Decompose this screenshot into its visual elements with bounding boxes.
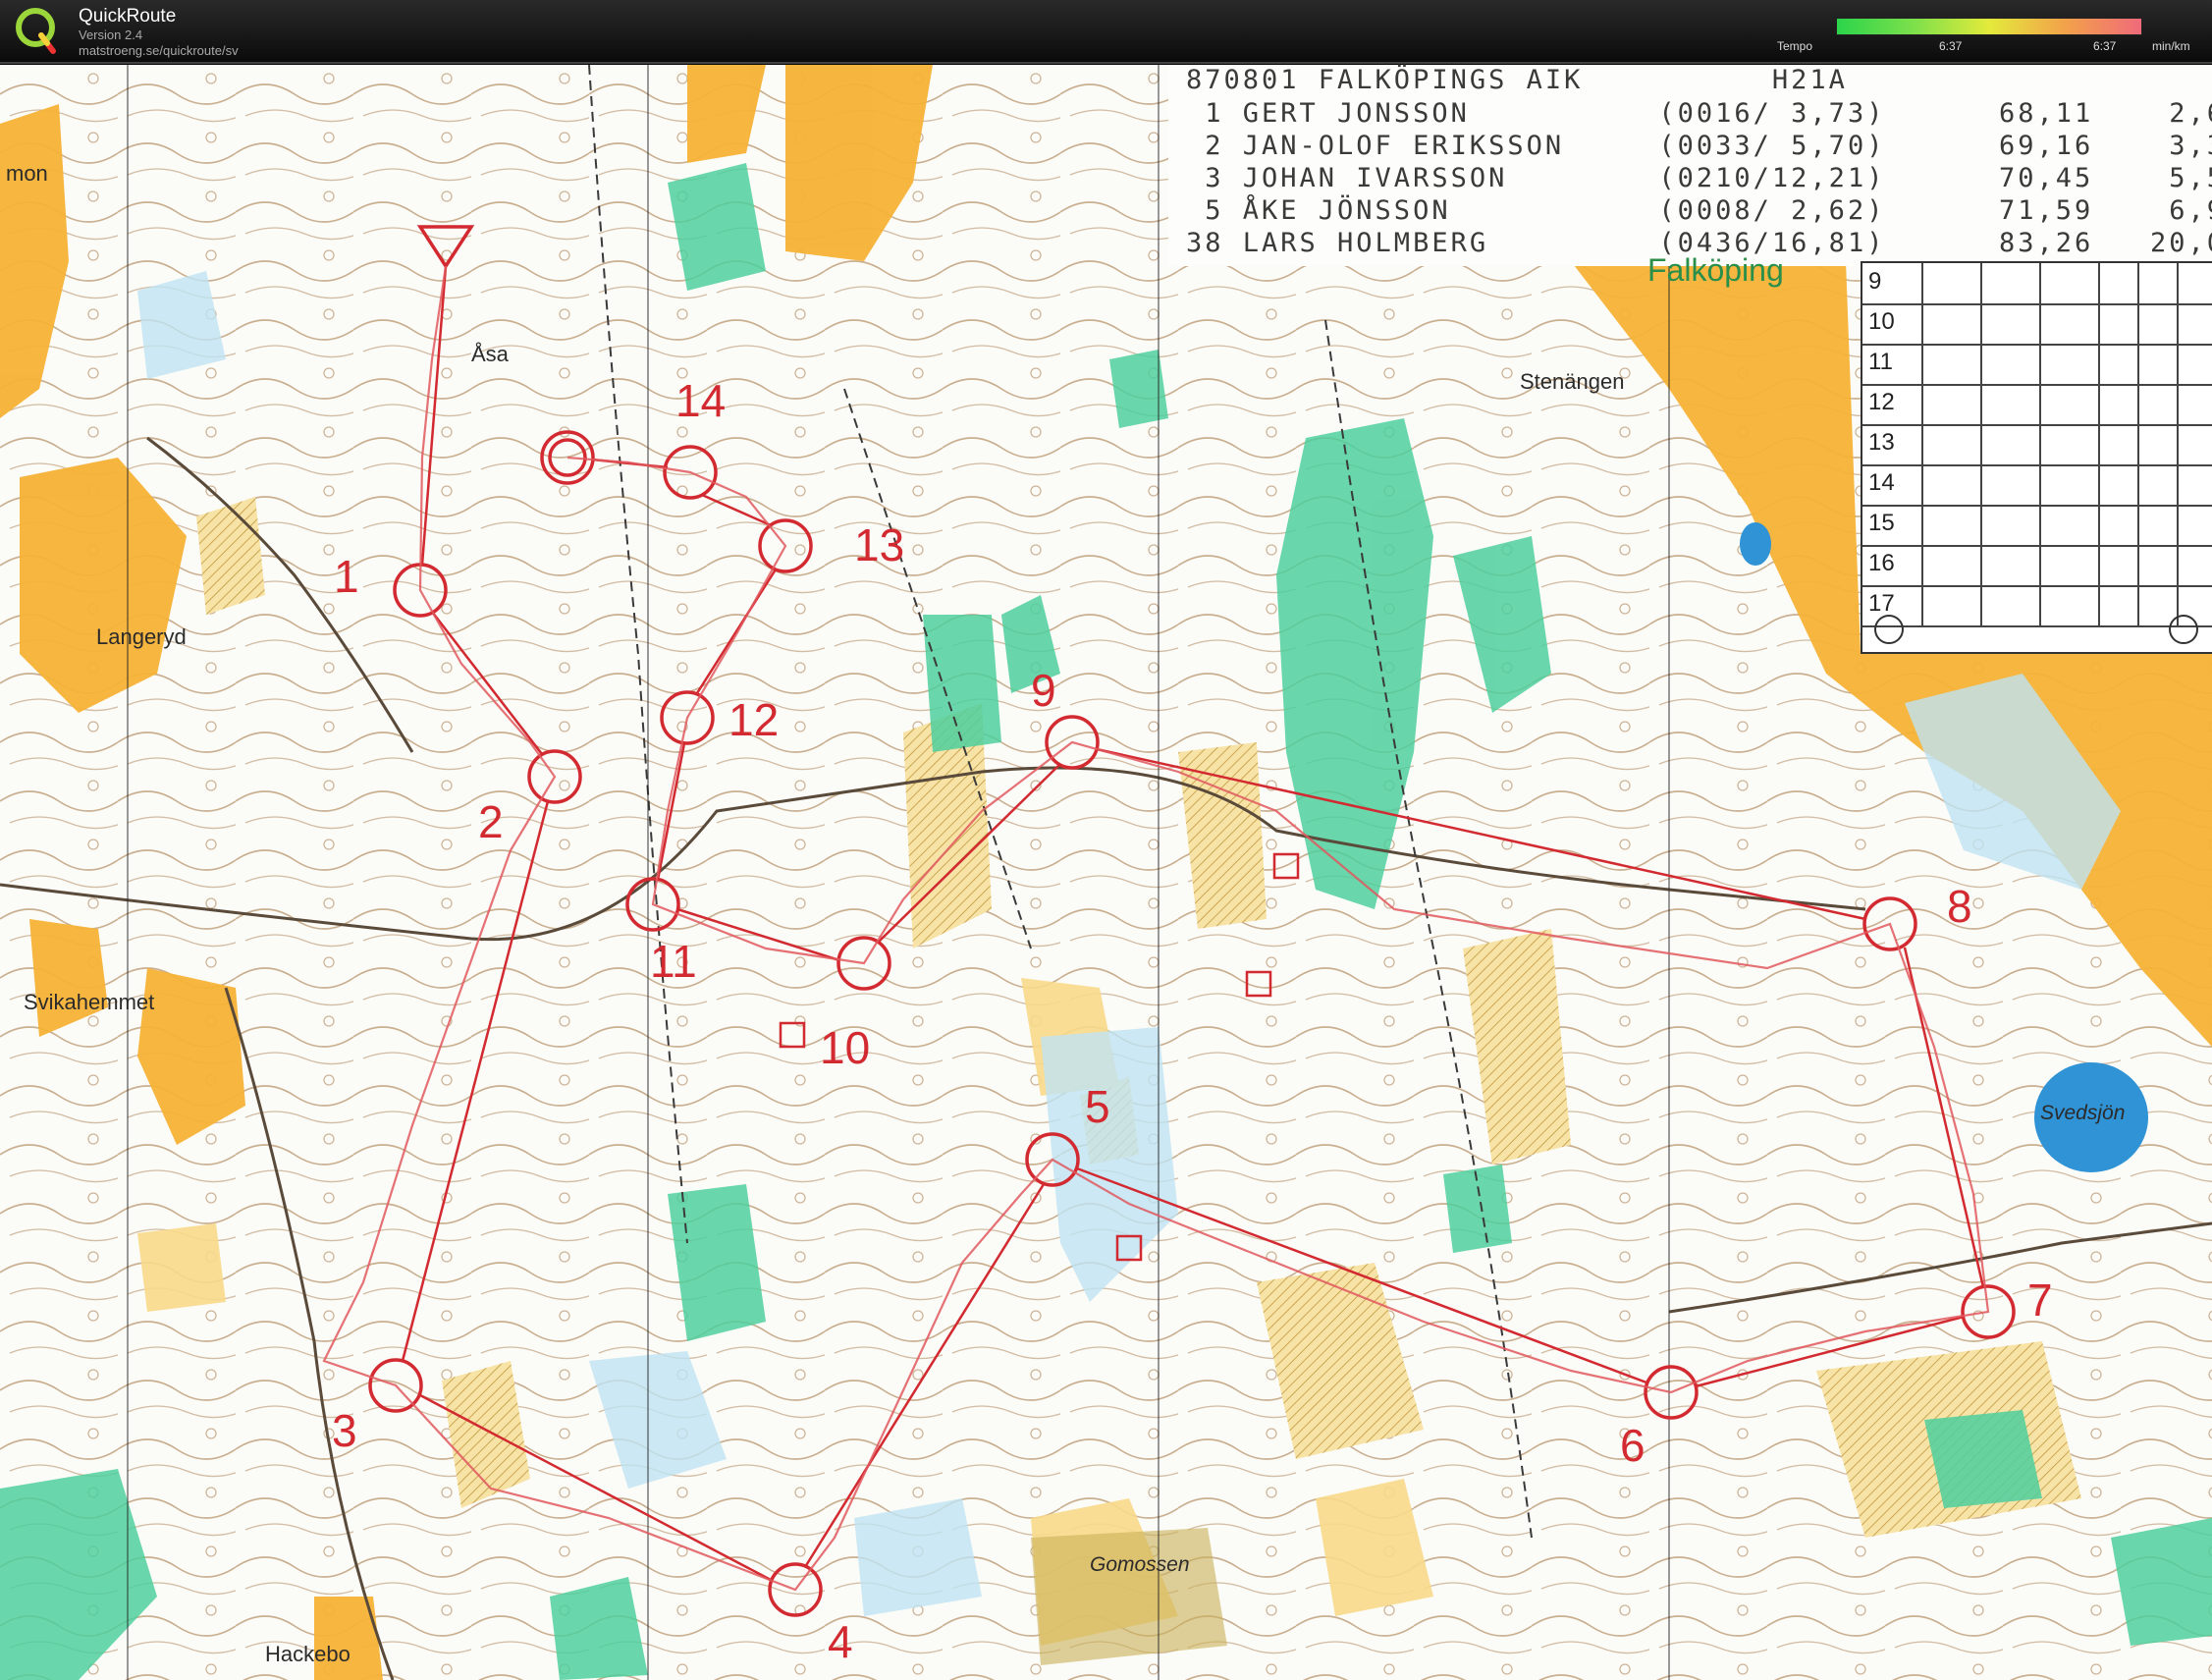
punch-card: 9 10 11 12 13 14 15 16 17 [1861,261,2212,654]
control-number-4: 4 [828,1616,853,1667]
results-row: 3 JOHAN IVARSSON (0210/12,21) 70,45 5,56 [1186,163,2212,193]
punch-card-row-number: 10 [1868,308,1895,335]
punch-card-row: 13 [1862,424,2212,466]
place-name-mon: mon [6,161,48,186]
punch-card-row: 16 [1862,545,2212,587]
quickroute-logo-icon [16,8,56,54]
punch-card-row-number: 17 [1868,590,1895,617]
punch-card-row-number: 16 [1868,550,1895,576]
punch-card-row: 9 [1862,263,2212,305]
tempo-max: 6:37 [2093,39,2117,53]
control-number-1: 1 [334,551,359,602]
control-number-9: 9 [1031,665,1056,716]
place-name-asa: Åsa [471,342,509,366]
punch-card-row: 17 [1862,585,2212,627]
control-number-14: 14 [675,375,727,426]
place-name-stenangen: Stenängen [1520,369,1625,394]
tempo-color-scale [1836,18,2142,35]
control-number-2: 2 [478,796,504,847]
app-name: QuickRoute [79,6,177,27]
control-number-7: 7 [2027,1274,2053,1326]
gomossen-marsh [1031,1528,1227,1665]
punch-card-row-number: 12 [1868,389,1895,415]
punch-card-row-number: 9 [1868,268,1882,295]
results-header: 870801 FALKÖPINGS AIK H21A [1186,65,1848,95]
punch-card-row: 14 [1862,464,2212,507]
punch-card-row-number: 15 [1868,510,1895,536]
punch-hole-right-icon [2169,615,2198,644]
punch-hole-left-icon [1874,615,1904,644]
punch-card-row-number: 11 [1868,349,1893,375]
tempo-min: 6:37 [1939,39,1963,53]
punch-card-row: 10 [1862,303,2212,346]
control-number-5: 5 [1085,1081,1110,1132]
control-number-10: 10 [820,1022,871,1073]
control-number-8: 8 [1947,881,1972,932]
falkoping-brand: Falköping [1647,252,1784,288]
control-number-3: 3 [332,1405,357,1456]
control-number-13: 13 [854,519,905,570]
control-number-12: 12 [728,694,780,745]
punch-card-row-number: 14 [1868,469,1895,496]
punch-card-row: 12 [1862,384,2212,426]
place-name-svikahemmet: Svikahemmet [24,990,155,1014]
control-number-6: 6 [1620,1420,1646,1471]
app-url[interactable]: matstroeng.se/quickroute/sv [79,43,239,58]
punch-card-row: 11 [1862,344,2212,386]
app-titlebar: QuickRoute Version 2.4 matstroeng.se/qui… [0,0,2212,64]
place-name-hackebo: Hackebo [265,1642,351,1666]
place-name-svedsjon: Svedsjön [2040,1102,2126,1124]
punch-card-row-number: 13 [1868,429,1895,456]
results-row: 1 GERT JONSSON (0016/ 3,73) 68,11 2,63 [1186,98,2212,129]
app-version: Version 2.4 [79,27,143,42]
place-name-gomossen: Gomossen [1090,1553,1190,1576]
tempo-unit: min/km [2152,39,2190,53]
place-name-langeryd: Langeryd [96,624,187,649]
results-row: 2 JAN-OLOF ERIKSSON (0033/ 5,70) 69,16 3… [1186,131,2212,161]
results-row: 5 ÅKE JÖNSSON (0008/ 2,62) 71,59 6,97 [1186,195,2212,226]
punch-card-row: 15 [1862,505,2212,547]
results-card: 870801 FALKÖPINGS AIK H21A 1 GERT JONSSO… [1168,65,2212,266]
tempo-label: Tempo [1777,39,1813,53]
tempo-legend: Tempo 6:37 6:37 min/km [1777,16,2209,55]
control-number-11: 11 [650,936,697,987]
